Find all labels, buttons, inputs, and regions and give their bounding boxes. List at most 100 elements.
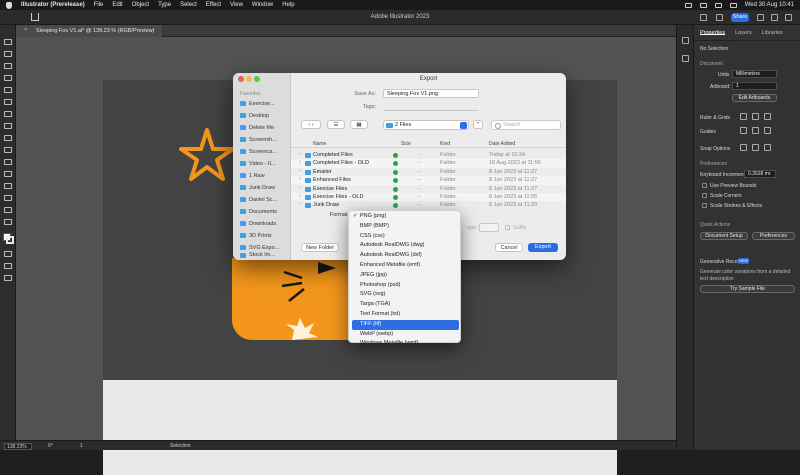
sidebar-item[interactable]: Screensh... xyxy=(240,135,290,144)
folder-icon xyxy=(386,123,393,128)
snap-pixel-icon[interactable] xyxy=(752,144,759,151)
menu-item[interactable]: Targa (TGA) xyxy=(349,300,462,310)
table-row[interactable]: › Junk Draw -- Folder 8 Jun 2023 at 11:29 xyxy=(291,201,566,209)
cancel-button[interactable]: Cancel xyxy=(495,243,523,252)
artboard-nav-field[interactable]: 1 xyxy=(80,443,83,449)
tab-layers[interactable]: Layers xyxy=(735,30,752,36)
ruler-icon[interactable] xyxy=(740,113,747,120)
menu-item[interactable]: Enhanced Metafile (emf) xyxy=(349,261,462,271)
expand-icon[interactable]: ⌃ xyxy=(473,120,483,129)
sidebar-item-label: Exercise... xyxy=(249,100,275,107)
tab-libraries[interactable]: Libraries xyxy=(762,30,783,36)
preview-bounds-checkbox[interactable] xyxy=(702,183,707,188)
row-kind: Folder xyxy=(440,168,456,175)
zoom-window-icon[interactable] xyxy=(254,76,260,82)
sidebar-item[interactable]: Video - II... xyxy=(240,159,290,168)
menu-item-highlighted[interactable]: TIFF (tif) xyxy=(352,319,459,330)
col-kind[interactable]: Kind xyxy=(440,141,450,147)
units-select[interactable]: Millimeters xyxy=(732,70,777,78)
folder-icon xyxy=(240,185,246,190)
new-folder-button[interactable]: New Folder xyxy=(301,243,339,252)
chevron-right-icon[interactable]: › xyxy=(299,176,301,182)
menu-item[interactable]: Photoshop (psd) xyxy=(349,281,462,291)
table-row[interactable]: › Completed Files -- Folder Today at 10:34 xyxy=(291,151,566,159)
snap-point-icon[interactable] xyxy=(740,144,747,151)
col-date[interactable]: Date Added xyxy=(489,141,515,147)
chevron-right-icon[interactable]: › xyxy=(299,193,301,199)
menu-item[interactable]: JPEG (jpg) xyxy=(349,271,462,281)
zoom-field[interactable]: 138.23% xyxy=(4,443,32,450)
chevron-right-icon[interactable]: › xyxy=(299,168,301,174)
menu-item[interactable]: WebP (webp) xyxy=(349,330,462,340)
col-size[interactable]: Size xyxy=(401,141,411,147)
suffix-checkbox[interactable] xyxy=(505,225,510,230)
sidebar-item[interactable]: Daniel Sc... xyxy=(240,195,290,204)
row-name: Completed Files - OLD xyxy=(313,160,369,167)
chevron-updown-icon xyxy=(460,122,467,129)
sidebar-item[interactable]: Exercise... xyxy=(240,99,290,108)
table-row[interactable]: › Exercise Files -- Folder 8 Jun 2023 at 11:… xyxy=(291,185,566,193)
menu-item[interactable]: SVG (svg) xyxy=(349,290,462,300)
table-row[interactable]: › Exercise Files - OLD -- Folder 8 Jun 2023 … xyxy=(291,193,566,202)
search-input[interactable]: Search xyxy=(491,120,561,130)
sidebar-item[interactable]: Documents xyxy=(240,207,290,216)
scale-strokes-checkbox[interactable] xyxy=(702,203,707,208)
rotation-field[interactable]: 0° xyxy=(48,443,53,449)
snap-glyph-icon[interactable] xyxy=(764,144,771,151)
sidebar-item[interactable]: Desktop xyxy=(240,111,290,120)
menu-item[interactable]: Text Format (txt) xyxy=(349,310,462,320)
try-sample-file-button[interactable]: Try Sample File xyxy=(700,285,795,293)
table-row[interactable]: › Enhanced Files -- Folder 8 Jun 2023 at 11:… xyxy=(291,176,566,185)
sidebar-item[interactable]: Junk Draw xyxy=(240,183,290,192)
chevron-right-icon[interactable]: › xyxy=(299,201,301,207)
tags-input[interactable] xyxy=(383,102,479,111)
chevron-right-icon[interactable]: › xyxy=(299,159,301,165)
keyboard-increment-field[interactable]: 0.3528 mr xyxy=(744,170,776,178)
preferences-button[interactable]: Preferences xyxy=(752,232,795,240)
table-row[interactable]: › Emailer -- Folder 8 Jun 2023 at 11:27 xyxy=(291,168,566,176)
list-view-icon[interactable]: ☰ xyxy=(327,120,345,129)
properties-icon[interactable] xyxy=(682,55,689,62)
back-forward-buttons[interactable]: ‹ › xyxy=(301,120,321,129)
menu-item[interactable]: ✓ PNG (png) xyxy=(349,212,462,222)
col-name[interactable]: Name xyxy=(313,141,326,147)
grid-icon[interactable] xyxy=(752,113,759,120)
pixel-grid-icon[interactable] xyxy=(764,113,771,120)
close-window-icon[interactable] xyxy=(238,76,244,82)
location-select[interactable]: 2 Files xyxy=(383,120,469,130)
chevron-right-icon[interactable]: › xyxy=(299,151,301,157)
sidebar-item[interactable]: Delete Me xyxy=(240,123,290,132)
row-kind: Folder xyxy=(440,160,456,167)
table-row[interactable]: › Completed Files - OLD -- Folder 16 Aug 202… xyxy=(291,159,566,168)
export-button[interactable]: Export xyxy=(528,243,558,252)
sidebar-item[interactable]: 3D Prints xyxy=(240,231,290,240)
smart-guides-icon[interactable] xyxy=(764,127,771,134)
scale-corners-checkbox[interactable] xyxy=(702,193,707,198)
sidebar-item[interactable]: Screenca... xyxy=(240,147,290,156)
range-input[interactable] xyxy=(479,223,499,232)
lock-guides-icon[interactable] xyxy=(752,127,759,134)
checkmark-icon: ✓ xyxy=(353,213,358,219)
artboard-select[interactable]: 1 xyxy=(732,82,777,90)
menu-item[interactable]: CSS (css) xyxy=(349,232,462,242)
folder-icon xyxy=(240,125,246,130)
ruler-grids-label: Ruler & Grids xyxy=(700,115,731,121)
menu-item[interactable]: Autodesk RealDWG (dxf) xyxy=(349,251,462,261)
minimize-window-icon[interactable] xyxy=(246,76,252,82)
menu-item[interactable]: Windows Metafile (wmf) xyxy=(349,339,462,346)
comments-icon[interactable] xyxy=(682,37,689,44)
sidebar-item[interactable]: Downloads xyxy=(240,219,290,228)
sidebar-item[interactable]: 1 Raw xyxy=(240,171,290,180)
document-setup-button[interactable]: Document Setup xyxy=(700,232,748,240)
menu-item[interactable]: Autodesk RealDWG (dwg) xyxy=(349,241,462,251)
edit-artboards-button[interactable]: Edit Artboards xyxy=(732,94,777,102)
save-as-input[interactable]: Sleeping Fox V1.png xyxy=(383,89,479,98)
menu-item[interactable]: BMP (BMP) xyxy=(349,222,462,232)
guides-icon[interactable] xyxy=(740,127,747,134)
folder-icon xyxy=(305,186,311,192)
chevron-right-icon[interactable]: › xyxy=(299,185,301,191)
tab-properties[interactable]: Properties xyxy=(700,30,726,36)
dialog-sidebar: Favorites Exercise... Desktop Delete Me … xyxy=(233,73,291,260)
sidebar-item[interactable]: Stock Im... xyxy=(240,251,290,259)
grid-view-icon[interactable]: ▦ xyxy=(350,120,368,129)
